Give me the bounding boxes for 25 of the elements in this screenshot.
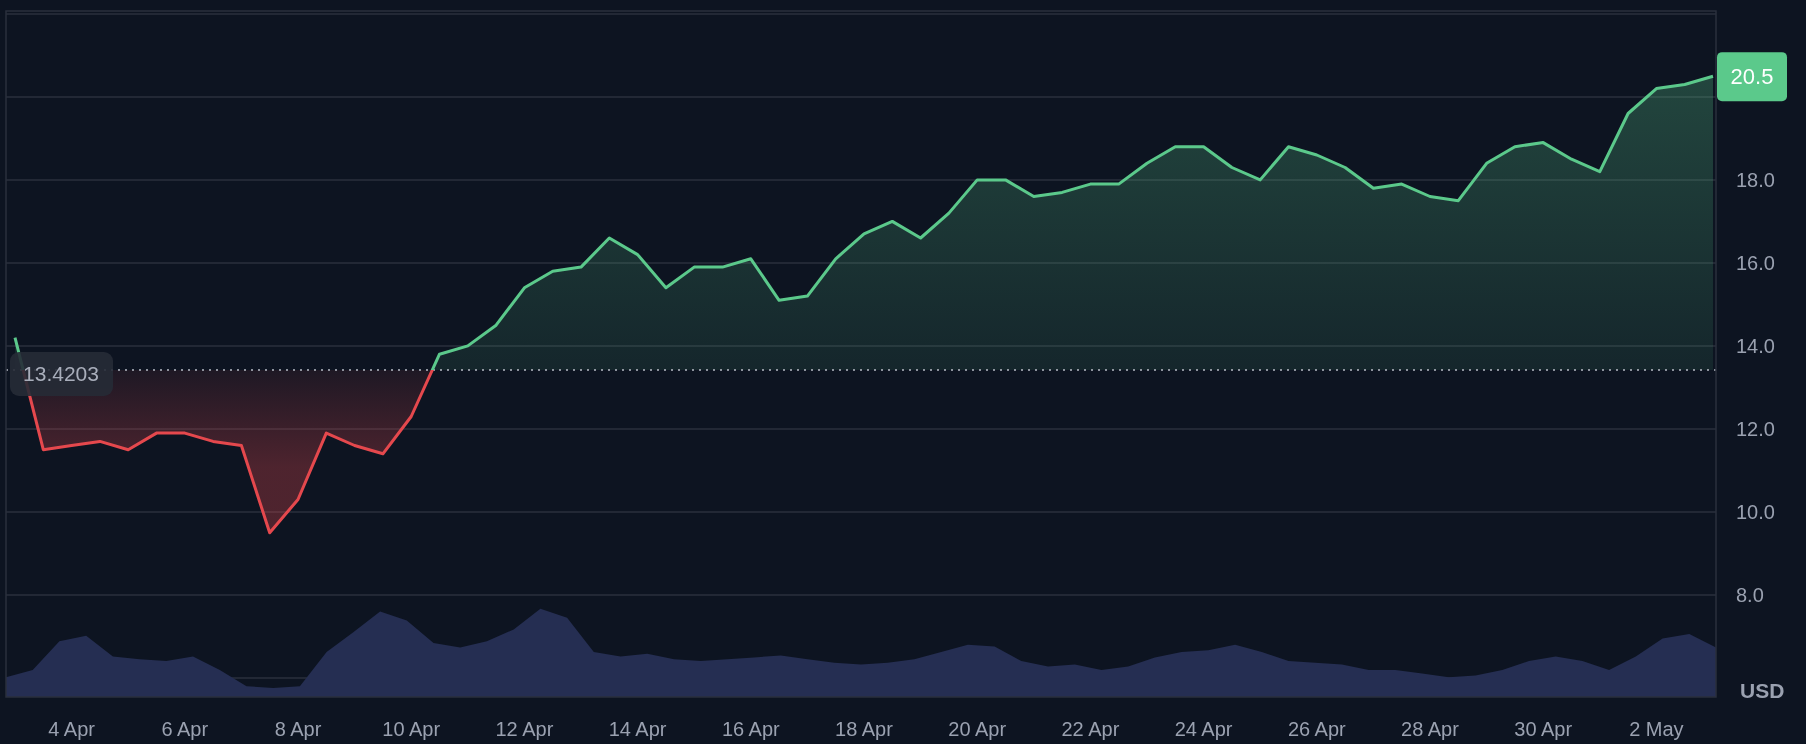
x-tick-label: 16 Apr [721, 718, 780, 740]
x-tick-label: 28 Apr [1401, 718, 1459, 740]
x-tick-label: 8 Apr [274, 718, 322, 740]
last-price-badge: 20.5 [1717, 52, 1787, 102]
y-tick-label: 16.0 [1736, 251, 1775, 274]
y-tick-label: 14.0 [1736, 334, 1775, 357]
y-tick-label: 18.0 [1736, 168, 1775, 191]
x-tick-label: 26 Apr [1287, 718, 1346, 740]
x-tick-label: 30 Apr [1514, 718, 1573, 740]
y-tick-label: 10.0 [1736, 500, 1775, 523]
x-tick-label: 20 Apr [948, 718, 1007, 740]
x-tick-label: 10 Apr [382, 718, 441, 740]
x-tick-label: 14 Apr [608, 718, 667, 740]
x-tick-label: 18 Apr [835, 718, 893, 740]
x-tick-label: 24 Apr [1174, 718, 1233, 740]
baseline-value-label: 13.4203 [10, 352, 113, 396]
axis-unit-label: USD [1740, 679, 1785, 702]
x-tick-label: 4 Apr [48, 718, 95, 740]
y-tick-label: 8.0 [1736, 583, 1764, 606]
x-tick-label: 2 May [1629, 718, 1684, 740]
y-tick-label: 12.0 [1736, 417, 1775, 440]
x-tick-label: 12 Apr [495, 718, 554, 740]
ref-line-label: 13.4203 [23, 362, 99, 385]
x-tick-label: 6 Apr [161, 718, 209, 740]
x-tick-label: 22 Apr [1061, 718, 1120, 740]
